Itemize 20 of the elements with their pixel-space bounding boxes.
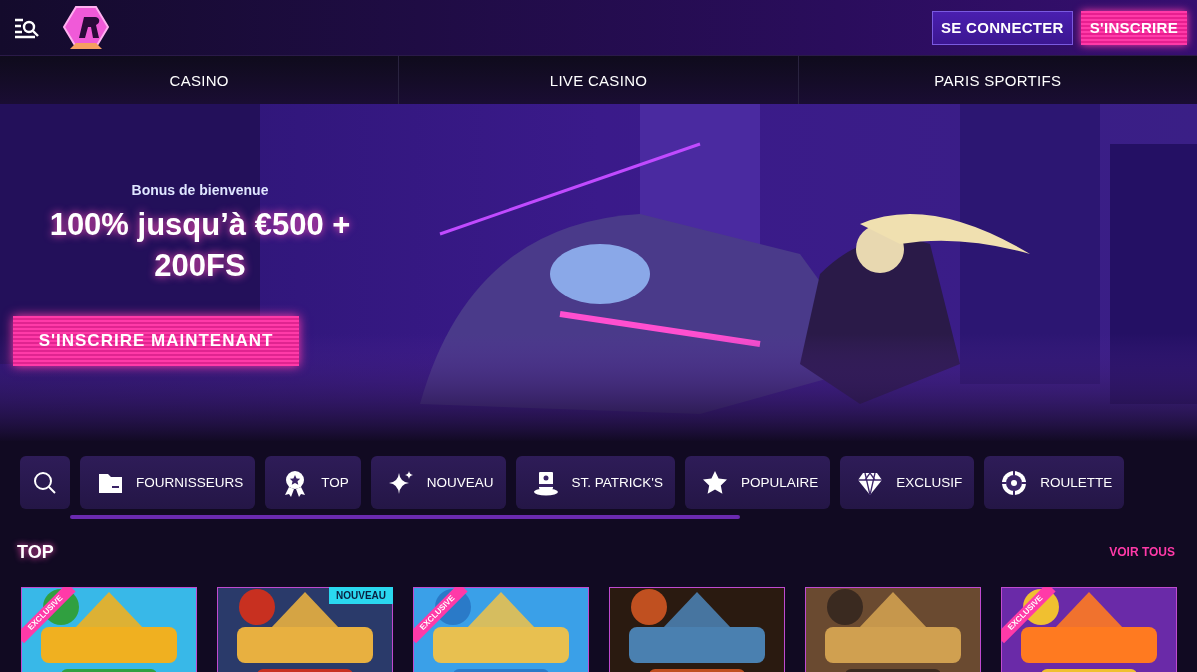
section-title: TOP <box>17 541 54 563</box>
logo-icon[interactable] <box>62 4 110 51</box>
category-tab[interactable]: ROULETTE <box>984 456 1125 509</box>
register-now-button[interactable]: S'INSCRIRE MAINTENANT <box>12 316 300 366</box>
see-all-link[interactable]: VOIR TOUS <box>1109 545 1175 559</box>
search-menu-icon[interactable] <box>14 16 40 39</box>
roulette-wheel-icon <box>1000 468 1029 497</box>
search-icon <box>32 469 58 496</box>
category-tab[interactable]: ST. PATRICK'S <box>515 456 675 509</box>
search-button[interactable] <box>20 456 70 509</box>
login-button[interactable]: SE CONNECTER <box>931 10 1073 45</box>
category-tab[interactable]: FOURNISSEURS <box>80 456 256 509</box>
category-tab[interactable]: POPULAIRE <box>684 456 831 509</box>
category-tab[interactable]: EXCLUSIF <box>840 456 975 509</box>
nav-tab[interactable]: PARIS SPORTIFS <box>798 56 1197 104</box>
bonus-subtitle: Bonus de bienvenue <box>131 182 269 198</box>
category-tab[interactable]: TOP <box>265 456 361 509</box>
new-badge: NOUVEAU <box>329 587 393 604</box>
bonus-headline: 100% jusqu’à €500 + 200FS <box>48 206 352 285</box>
category-tab[interactable]: NOUVEAU <box>370 456 506 509</box>
